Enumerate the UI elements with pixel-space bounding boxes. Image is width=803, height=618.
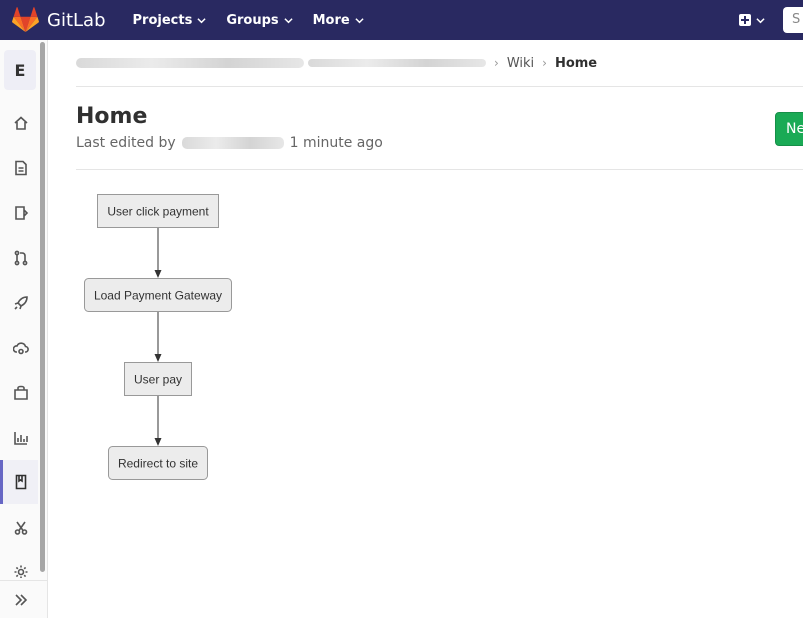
flow-node-label: User click payment [107,205,209,219]
flow-edge-3 [154,396,162,446]
flow-node-user-click-payment: User click payment [97,194,219,228]
flow-node-user-pay: User pay [124,362,192,396]
flow-node-label: Load Payment Gateway [94,289,222,303]
flow-node-redirect-to-site: Redirect to site [108,446,208,480]
flow-edge-2 [154,312,162,362]
flowchart: User click payment Load Payment Gateway … [84,194,232,480]
flow-edge-1 [154,228,162,278]
flow-node-load-payment-gateway: Load Payment Gateway [84,278,232,312]
flow-node-label: User pay [134,373,182,387]
flow-node-label: Redirect to site [118,457,198,471]
